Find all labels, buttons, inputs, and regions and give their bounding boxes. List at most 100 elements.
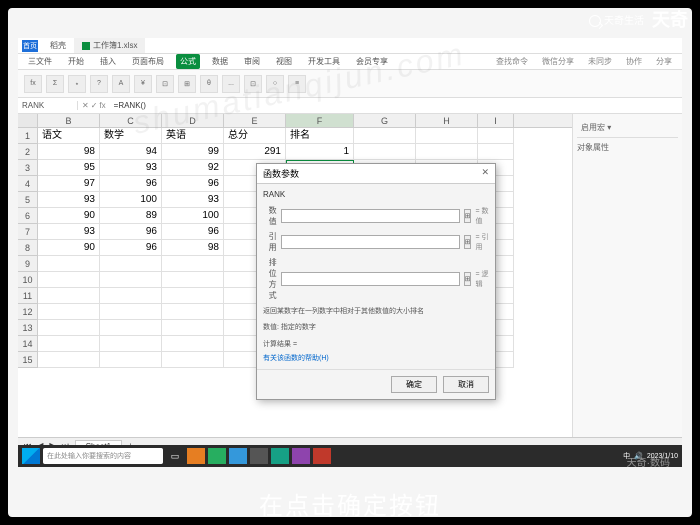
row-header[interactable]: 5 [18,192,38,208]
name-box[interactable]: RANK [18,101,78,110]
cell[interactable] [38,256,100,272]
app-icon[interactable] [271,448,289,464]
cancel-formula-icon[interactable]: ✕ [82,101,89,110]
cell[interactable] [416,128,478,144]
tool-button[interactable]: ... [222,75,240,93]
cell[interactable]: 95 [38,160,100,176]
column-header[interactable]: D [162,114,224,127]
ribbon-right-item[interactable]: 协作 [622,54,646,69]
column-header[interactable]: F [286,114,354,127]
cell[interactable] [416,144,478,160]
row-header[interactable]: 10 [18,272,38,288]
ribbon-tab[interactable]: 公式 [176,54,200,69]
cell[interactable] [162,288,224,304]
ribbon-tab[interactable]: 页面布局 [128,54,168,69]
tool-button[interactable]: ⊞ [178,75,196,93]
app-icon[interactable] [313,448,331,464]
select-all-corner[interactable] [18,114,38,127]
close-icon[interactable]: ✕ [481,167,489,180]
row-header[interactable]: 2 [18,144,38,160]
cell[interactable]: 97 [38,176,100,192]
cell[interactable]: 94 [100,144,162,160]
column-header[interactable]: E [224,114,286,127]
cell[interactable]: 96 [100,240,162,256]
cell[interactable] [478,128,514,144]
cell[interactable]: 89 [100,208,162,224]
ribbon-tab[interactable]: 数据 [208,54,232,69]
cell[interactable] [354,144,416,160]
ribbon-tab[interactable]: 三文件 [24,54,56,69]
row-header[interactable]: 3 [18,160,38,176]
accept-formula-icon[interactable]: ✓ [91,101,98,110]
tool-button[interactable]: ¥ [134,75,152,93]
tab-workbook[interactable]: 工作簿1.xlsx [74,38,145,53]
app-icon[interactable] [208,448,226,464]
cell[interactable]: 291 [224,144,286,160]
formula-input[interactable]: =RANK() [110,101,682,110]
cell[interactable]: 90 [38,240,100,256]
cell[interactable]: 总分 [224,128,286,144]
ribbon-tab[interactable]: 开发工具 [304,54,344,69]
cell[interactable] [100,304,162,320]
cell[interactable]: 排名 [286,128,354,144]
row-header[interactable]: 15 [18,352,38,368]
cell[interactable] [38,336,100,352]
tool-button[interactable]: ⊡ [244,75,262,93]
tool-button[interactable]: ? [90,75,108,93]
cell[interactable] [38,320,100,336]
tool-button[interactable]: Σ [46,75,64,93]
cell[interactable]: 93 [38,224,100,240]
cell[interactable] [478,144,514,160]
cell[interactable] [162,304,224,320]
cell[interactable]: 98 [162,240,224,256]
column-header[interactable]: I [478,114,514,127]
cell[interactable] [38,288,100,304]
row-header[interactable]: 11 [18,288,38,304]
cell[interactable]: 1 [286,144,354,160]
cell[interactable] [38,304,100,320]
cell[interactable] [38,352,100,368]
param-input[interactable] [281,209,460,223]
tool-button[interactable]: ≡ [288,75,306,93]
taskpane-header[interactable]: 启用宏 ▾ [577,118,678,138]
app-icon[interactable] [187,448,205,464]
cell[interactable]: 100 [162,208,224,224]
row-header[interactable]: 12 [18,304,38,320]
cell[interactable]: 98 [38,144,100,160]
cell[interactable] [100,288,162,304]
app-icon[interactable] [292,448,310,464]
cell[interactable]: 90 [38,208,100,224]
cell[interactable]: 96 [162,224,224,240]
help-link[interactable]: 有关该函数的帮助(H) [263,353,329,363]
cell[interactable]: 语文 [38,128,100,144]
app-icon[interactable] [229,448,247,464]
ribbon-tab[interactable]: 会员专享 [352,54,392,69]
ribbon-right-item[interactable]: 查找命令 [492,54,532,69]
tool-button[interactable]: ⋆ [68,75,86,93]
cell[interactable] [162,272,224,288]
cell[interactable]: 93 [100,160,162,176]
param-input[interactable] [281,235,460,249]
row-header[interactable]: 7 [18,224,38,240]
tool-button[interactable]: ⊡ [156,75,174,93]
cell[interactable] [162,320,224,336]
home-button[interactable]: 首页 [22,40,38,52]
task-view-icon[interactable]: ▭ [166,448,184,464]
cell[interactable] [100,336,162,352]
row-header[interactable]: 13 [18,320,38,336]
fx-icon[interactable]: fx [99,101,105,110]
ribbon-right-item[interactable]: 未同步 [584,54,616,69]
ribbon-tab[interactable]: 审阅 [240,54,264,69]
row-header[interactable]: 8 [18,240,38,256]
cell[interactable] [100,352,162,368]
cell[interactable] [38,272,100,288]
dialog-titlebar[interactable]: 函数参数 ✕ [257,164,495,184]
cell[interactable]: 数学 [100,128,162,144]
ribbon-right-item[interactable]: 微信分享 [538,54,578,69]
cancel-button[interactable]: 取消 [443,376,489,393]
cell[interactable]: 96 [100,176,162,192]
tool-button[interactable]: fx [24,75,42,93]
ok-button[interactable]: 确定 [391,376,437,393]
cell[interactable]: 99 [162,144,224,160]
cell[interactable] [100,256,162,272]
